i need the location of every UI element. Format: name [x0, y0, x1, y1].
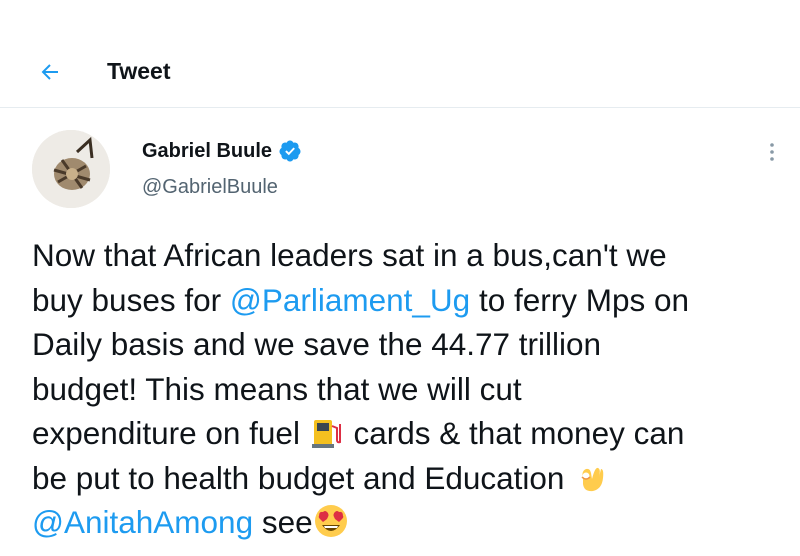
page-title: Tweet — [107, 58, 171, 84]
author-handle[interactable]: @GabrielBuule — [142, 176, 278, 199]
verified-badge-icon — [279, 140, 301, 162]
heart-eyes-emoji-icon — [314, 505, 347, 537]
avatar-image — [32, 130, 110, 208]
top-bar: Tweet — [0, 0, 800, 108]
tweet-text: Now that African leaders sat in a bus,ca… — [32, 233, 792, 545]
mention-link[interactable]: @Parliament_Ug — [230, 282, 470, 318]
more-options-button[interactable] — [760, 140, 784, 164]
author-row: Gabriel Buule — [142, 139, 302, 163]
author-name[interactable]: Gabriel Buule — [142, 140, 272, 163]
avatar[interactable] — [32, 130, 110, 208]
ok-hand-emoji-icon — [581, 467, 604, 491]
back-button[interactable] — [30, 52, 70, 92]
fuel-pump-emoji-icon — [311, 420, 341, 448]
tweet-text-segment: see — [253, 504, 313, 540]
mention-link[interactable]: @AnitahAmong — [32, 504, 253, 540]
arrow-left-icon — [41, 64, 58, 80]
more-vertical-icon — [770, 143, 774, 161]
